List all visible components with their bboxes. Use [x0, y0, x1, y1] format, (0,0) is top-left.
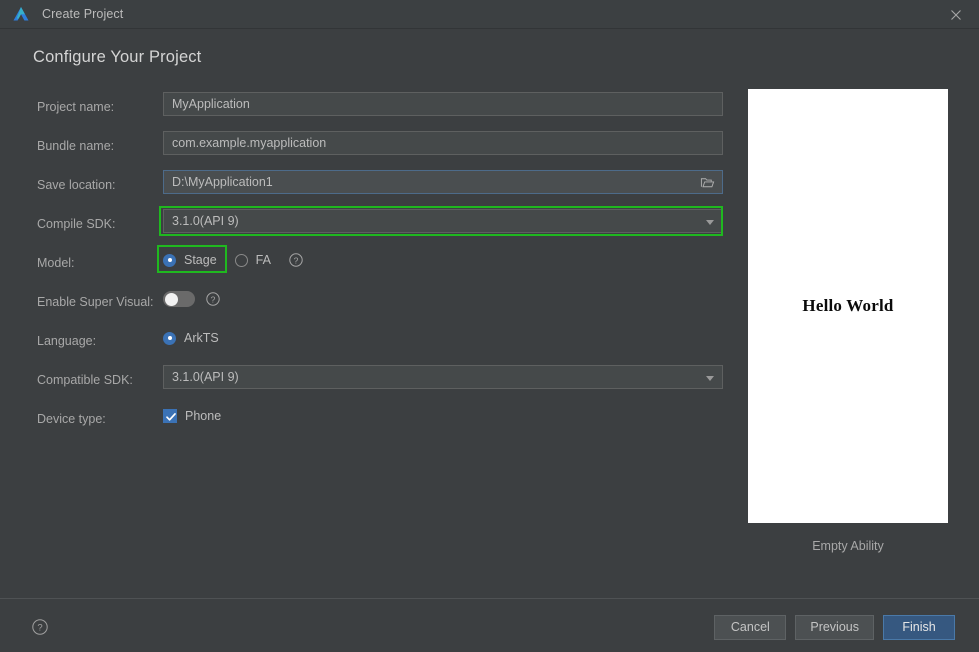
close-button[interactable] — [933, 0, 979, 29]
model-label: Model: — [37, 256, 75, 270]
field-row-device-type: Device type: Phone — [37, 404, 727, 443]
device-type-control: Phone — [163, 404, 727, 428]
device-type-phone-label: Phone — [185, 409, 222, 423]
language-radio-arkts[interactable]: ArkTS — [163, 331, 219, 345]
language-control: ArkTS — [163, 326, 727, 350]
model-radio-fa[interactable]: FA — [234, 253, 271, 267]
radio-unselected-icon — [234, 253, 248, 267]
compile-sdk-label: Compile SDK: — [37, 217, 116, 231]
model-radio-stage[interactable]: Stage — [163, 253, 217, 267]
project-name-control: MyApplication — [163, 92, 727, 116]
compile-sdk-dropdown[interactable]: 3.1.0(API 9) — [163, 209, 723, 233]
compile-sdk-value: 3.1.0(API 9) — [172, 214, 239, 228]
project-config-form: Project name: MyApplication Bundle name:… — [37, 92, 727, 443]
svg-text:?: ? — [37, 623, 42, 634]
close-icon — [951, 9, 961, 20]
compatible-sdk-dropdown[interactable]: 3.1.0(API 9) — [163, 365, 723, 389]
chevron-down-icon — [706, 376, 714, 381]
preview-caption: Empty Ability — [812, 539, 884, 553]
previous-button[interactable]: Previous — [795, 615, 874, 640]
enable-super-visual-control: ? — [163, 287, 727, 311]
phone-preview-screen: Hello World — [748, 89, 948, 523]
bundle-name-control: com.example.myapplication — [163, 131, 727, 155]
save-location-label: Save location: — [37, 178, 116, 192]
field-row-compile-sdk: Compile SDK: 3.1.0(API 9) — [37, 209, 727, 248]
template-preview-panel: Hello World Empty Ability — [748, 89, 948, 553]
project-name-input[interactable]: MyApplication — [163, 92, 723, 116]
save-location-value: D:\MyApplication1 — [172, 175, 273, 189]
device-type-phone-checkbox[interactable] — [163, 409, 177, 423]
device-type-label: Device type: — [37, 412, 106, 426]
device-type-phone-option[interactable]: Phone — [163, 404, 727, 428]
bundle-name-input[interactable]: com.example.myapplication — [163, 131, 723, 155]
window-title: Create Project — [42, 7, 124, 21]
cancel-button[interactable]: Cancel — [714, 615, 787, 640]
model-radio-stage-label: Stage — [184, 253, 217, 267]
bundle-name-label: Bundle name: — [37, 139, 115, 153]
footer-button-bar: Cancel Previous Finish — [714, 615, 955, 640]
save-location-input[interactable]: D:\MyApplication1 — [163, 170, 723, 194]
field-row-project-name: Project name: MyApplication — [37, 92, 727, 131]
preview-screen-text: Hello World — [802, 296, 894, 315]
field-row-save-location: Save location: D:\MyApplication1 — [37, 170, 727, 209]
deveco-triangle-logo-icon — [13, 7, 29, 21]
folder-open-icon[interactable] — [700, 175, 715, 190]
check-icon — [166, 413, 176, 421]
svg-text:?: ? — [211, 294, 216, 304]
finish-button[interactable]: Finish — [883, 615, 955, 640]
language-radio-group: ArkTS — [163, 326, 727, 350]
compile-sdk-control: 3.1.0(API 9) — [163, 209, 727, 233]
field-row-bundle-name: Bundle name: com.example.myapplication — [37, 131, 727, 170]
language-label: Language: — [37, 334, 97, 348]
enable-super-visual-label: Enable Super Visual: — [37, 295, 154, 309]
field-row-compatible-sdk: Compatible SDK: 3.1.0(API 9) — [37, 365, 727, 404]
compatible-sdk-label: Compatible SDK: — [37, 373, 133, 387]
svg-text:?: ? — [294, 255, 299, 265]
radio-selected-icon — [163, 253, 176, 267]
bundle-name-value: com.example.myapplication — [172, 136, 327, 150]
create-project-dialog: Create Project Configure Your Project Pr… — [0, 0, 979, 652]
enable-super-visual-group: ? — [163, 287, 727, 311]
model-help-icon[interactable]: ? — [289, 253, 303, 267]
page-title: Configure Your Project — [33, 48, 202, 66]
footer-divider — [0, 598, 979, 599]
language-radio-arkts-label: ArkTS — [184, 331, 219, 345]
radio-selected-icon — [163, 331, 176, 345]
chevron-down-icon — [706, 220, 714, 225]
compatible-sdk-value: 3.1.0(API 9) — [172, 370, 239, 384]
enable-super-visual-help-icon[interactable]: ? — [206, 292, 220, 306]
footer-help-icon[interactable]: ? — [32, 619, 48, 635]
toggle-knob — [164, 292, 178, 306]
model-radio-group: Stage FA ? — [163, 248, 727, 272]
field-row-model: Model: Stage FA ? — [37, 248, 727, 287]
project-name-label: Project name: — [37, 100, 115, 114]
window-titlebar: Create Project — [0, 0, 979, 29]
compatible-sdk-control: 3.1.0(API 9) — [163, 365, 727, 389]
save-location-control: D:\MyApplication1 — [163, 170, 727, 194]
field-row-enable-super-visual: Enable Super Visual: ? — [37, 287, 727, 326]
enable-super-visual-toggle[interactable] — [163, 291, 195, 307]
model-control: Stage FA ? — [163, 248, 727, 272]
project-name-value: MyApplication — [172, 97, 250, 111]
model-radio-fa-label: FA — [255, 253, 271, 267]
field-row-language: Language: ArkTS — [37, 326, 727, 365]
